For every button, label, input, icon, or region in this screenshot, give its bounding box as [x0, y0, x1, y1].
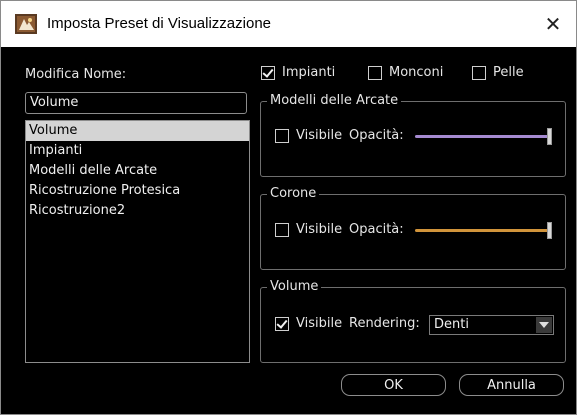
title-bar: Imposta Preset di Visualizzazione ✕ [1, 1, 576, 47]
preset-list[interactable]: Volume Impianti Modelli delle Arcate Ric… [25, 120, 250, 363]
dialog-content: Modifica Nome: Volume Volume Impianti Mo… [11, 47, 566, 403]
corone-group: Corone Visibile Opacità: [260, 186, 566, 270]
arcate-visible-checkbox[interactable] [275, 129, 289, 143]
arcate-opacity-track [415, 135, 550, 138]
arcate-visible-label: Visibile [296, 128, 343, 143]
rendering-select-value: Denti [434, 317, 469, 332]
ok-button[interactable]: OK [341, 374, 446, 396]
arcate-opacity-slider[interactable] [547, 128, 552, 145]
monconi-check-label: Monconi [389, 65, 444, 80]
impianti-checkbox[interactable] [261, 66, 275, 80]
arcate-group: Modelli delle Arcate Visibile Opacità: [260, 93, 566, 177]
corone-opacity-track [415, 229, 550, 232]
volume-visible-checkbox[interactable] [275, 317, 289, 331]
name-label: Modifica Nome: [25, 67, 127, 82]
volume-visible-label: Visibile [296, 316, 343, 331]
pelle-check-label: Pelle [493, 65, 524, 80]
impianti-check-label: Impianti [282, 65, 336, 80]
corone-visible-label: Visibile [296, 222, 343, 237]
pelle-checkbox[interactable] [472, 66, 486, 80]
volume-group-title: Volume [267, 279, 322, 294]
list-item-ricostruzione2[interactable]: Ricostruzione2 [26, 201, 249, 221]
list-item-impianti[interactable]: Impianti [26, 141, 249, 161]
monconi-checkbox[interactable] [368, 66, 382, 80]
close-icon: ✕ [544, 12, 562, 36]
list-item-ricostruzione-protesica[interactable]: Ricostruzione Protesica [26, 181, 249, 201]
corone-group-title: Corone [267, 186, 320, 201]
name-input[interactable]: Volume [25, 92, 247, 114]
app-icon [15, 14, 37, 34]
chevron-down-icon[interactable] [536, 317, 552, 333]
arcate-opacity-label: Opacità: [349, 128, 404, 143]
list-item-volume[interactable]: Volume [26, 121, 249, 141]
window-title: Imposta Preset di Visualizzazione [47, 15, 272, 32]
rendering-label: Rendering: [349, 316, 420, 331]
dialog-window: Imposta Preset di Visualizzazione ✕ Modi… [0, 0, 577, 415]
corone-opacity-label: Opacità: [349, 222, 404, 237]
corone-opacity-slider[interactable] [547, 222, 552, 239]
cancel-button[interactable]: Annulla [459, 374, 564, 396]
corone-visible-checkbox[interactable] [275, 223, 289, 237]
arcate-group-title: Modelli delle Arcate [267, 93, 402, 108]
rendering-select[interactable]: Denti [429, 315, 554, 335]
list-item-modelli-arcate[interactable]: Modelli delle Arcate [26, 161, 249, 181]
close-button[interactable]: ✕ [530, 1, 576, 47]
